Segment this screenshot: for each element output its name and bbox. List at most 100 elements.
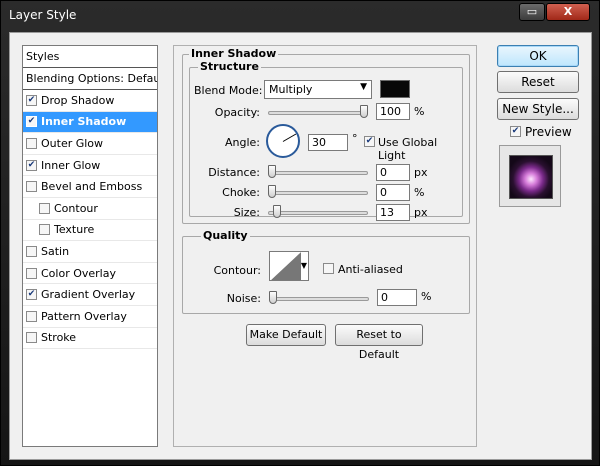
structure-group: Structure Blend Mode: Multiply ▼ Opacity… xyxy=(189,60,463,221)
angle-dial[interactable] xyxy=(266,124,300,158)
style-item-label: Bevel and Emboss xyxy=(41,180,143,194)
angle-label: Angle: xyxy=(224,136,260,149)
use-global-light-label: Use Global Light xyxy=(378,136,438,162)
style-item-label: Outer Glow xyxy=(41,136,104,150)
distance-unit: px xyxy=(414,166,428,179)
style-item-outer-glow[interactable]: Outer Glow xyxy=(23,133,157,155)
structure-legend: Structure xyxy=(198,60,261,73)
reset-button[interactable]: Reset xyxy=(497,71,579,93)
contour-label: Contour: xyxy=(213,264,261,277)
styles-list: Styles Blending Options: Default Drop Sh… xyxy=(22,45,158,447)
anti-aliased-label: Anti-aliased xyxy=(338,263,403,276)
noise-input[interactable]: 0 xyxy=(377,289,417,306)
preview-checkbox[interactable] xyxy=(510,126,521,137)
style-item-checkbox[interactable] xyxy=(26,332,37,344)
contour-picker[interactable]: ▼ xyxy=(269,251,309,281)
blend-mode-label: Blend Mode: xyxy=(194,84,263,97)
style-item-texture[interactable]: Texture xyxy=(23,220,157,242)
noise-label: Noise: xyxy=(226,292,261,305)
choke-slider-thumb[interactable] xyxy=(268,185,276,198)
layer-style-dialog: Layer Style ▭ X Styles Blending Options:… xyxy=(0,0,600,466)
style-item-label: Inner Shadow xyxy=(41,115,127,129)
window-title: Layer Style xyxy=(9,8,77,22)
blending-options-item[interactable]: Blending Options: Default xyxy=(23,68,157,90)
distance-slider-thumb[interactable] xyxy=(268,165,276,178)
close-button[interactable]: X xyxy=(546,3,590,21)
reset-to-default-button[interactable]: Reset to Default xyxy=(335,324,423,361)
style-item-checkbox[interactable] xyxy=(26,94,37,106)
style-item-pattern-overlay[interactable]: Pattern Overlay xyxy=(23,306,157,328)
distance-slider[interactable] xyxy=(268,171,368,175)
make-default-button[interactable]: Make Default xyxy=(246,324,326,346)
style-item-label: Satin xyxy=(41,244,70,258)
contour-linear-icon xyxy=(271,252,301,280)
opacity-input[interactable]: 100 xyxy=(376,103,410,120)
choke-label: Choke: xyxy=(222,186,260,199)
shadow-color-swatch[interactable] xyxy=(380,80,410,98)
size-slider-thumb[interactable] xyxy=(272,205,281,218)
style-item-checkbox[interactable] xyxy=(39,224,50,236)
style-item-inner-shadow[interactable]: Inner Shadow xyxy=(23,111,157,134)
size-slider[interactable] xyxy=(268,211,368,215)
distance-label: Distance: xyxy=(208,166,260,179)
size-input[interactable]: 13 xyxy=(376,204,410,221)
style-item-checkbox[interactable] xyxy=(26,245,37,257)
style-item-checkbox[interactable] xyxy=(26,310,37,322)
style-item-bevel-and-emboss[interactable]: Bevel and Emboss xyxy=(23,176,157,198)
style-item-label: Stroke xyxy=(41,331,77,345)
angle-unit: ° xyxy=(352,132,358,145)
style-item-checkbox[interactable] xyxy=(26,181,37,193)
anti-aliased-checkbox[interactable] xyxy=(323,263,334,274)
style-items: Drop Shadow Inner Shadow Outer Glow Inner G… xyxy=(23,90,157,350)
noise-slider[interactable] xyxy=(269,297,369,301)
style-preview xyxy=(499,145,561,207)
style-item-label: Pattern Overlay xyxy=(41,309,127,323)
style-item-checkbox[interactable] xyxy=(26,116,37,128)
choke-unit: % xyxy=(414,186,425,199)
dialog-body: Styles Blending Options: Default Drop Sh… xyxy=(9,32,592,460)
restore-icon: ▭ xyxy=(526,5,538,18)
title-bar[interactable]: Layer Style ▭ X xyxy=(1,1,599,31)
use-global-light-checkbox[interactable] xyxy=(364,136,375,147)
style-item-drop-shadow[interactable]: Drop Shadow xyxy=(23,90,157,112)
angle-needle xyxy=(282,133,297,142)
blend-mode-select[interactable]: Multiply ▼ xyxy=(264,80,372,99)
style-item-checkbox[interactable] xyxy=(39,202,50,214)
style-item-stroke[interactable]: Stroke xyxy=(23,328,157,350)
style-item-label: Inner Glow xyxy=(41,158,101,172)
dropdown-arrow-icon: ▼ xyxy=(360,82,367,92)
new-style-button[interactable]: New Style... xyxy=(497,98,579,120)
style-item-gradient-overlay[interactable]: Gradient Overlay xyxy=(23,284,157,306)
style-item-label: Texture xyxy=(54,223,95,237)
style-item-contour[interactable]: Contour xyxy=(23,198,157,220)
style-item-label: Gradient Overlay xyxy=(41,288,136,302)
angle-input[interactable]: 30 xyxy=(308,134,348,151)
inner-shadow-panel: Inner Shadow Structure Blend Mode: Multi… xyxy=(173,45,477,447)
restore-button[interactable]: ▭ xyxy=(519,3,545,21)
size-unit: px xyxy=(414,206,428,219)
contour-dropdown-icon: ▼ xyxy=(300,261,307,270)
style-item-checkbox[interactable] xyxy=(26,267,37,279)
panel-title: Inner Shadow xyxy=(189,47,279,60)
size-label: Size: xyxy=(233,206,260,219)
noise-slider-thumb[interactable] xyxy=(269,291,277,304)
style-item-inner-glow[interactable]: Inner Glow xyxy=(23,155,157,177)
style-item-checkbox[interactable] xyxy=(26,159,37,171)
inner-shadow-group: Inner Shadow Structure Blend Mode: Multi… xyxy=(182,47,470,224)
style-item-label: Color Overlay xyxy=(41,266,116,280)
opacity-slider-thumb[interactable] xyxy=(360,105,368,118)
opacity-label: Opacity: xyxy=(214,106,260,119)
styles-header[interactable]: Styles xyxy=(23,46,157,68)
ok-button[interactable]: OK xyxy=(497,45,579,67)
distance-input[interactable]: 0 xyxy=(376,164,410,181)
style-item-checkbox[interactable] xyxy=(26,289,37,301)
choke-slider[interactable] xyxy=(268,191,368,195)
style-item-label: Drop Shadow xyxy=(41,93,115,107)
style-item-color-overlay[interactable]: Color Overlay xyxy=(23,263,157,285)
opacity-slider[interactable] xyxy=(268,111,368,115)
style-item-satin[interactable]: Satin xyxy=(23,241,157,263)
choke-input[interactable]: 0 xyxy=(376,184,410,201)
style-item-checkbox[interactable] xyxy=(26,137,37,149)
quality-legend: Quality xyxy=(201,229,250,242)
opacity-unit: % xyxy=(414,105,425,118)
